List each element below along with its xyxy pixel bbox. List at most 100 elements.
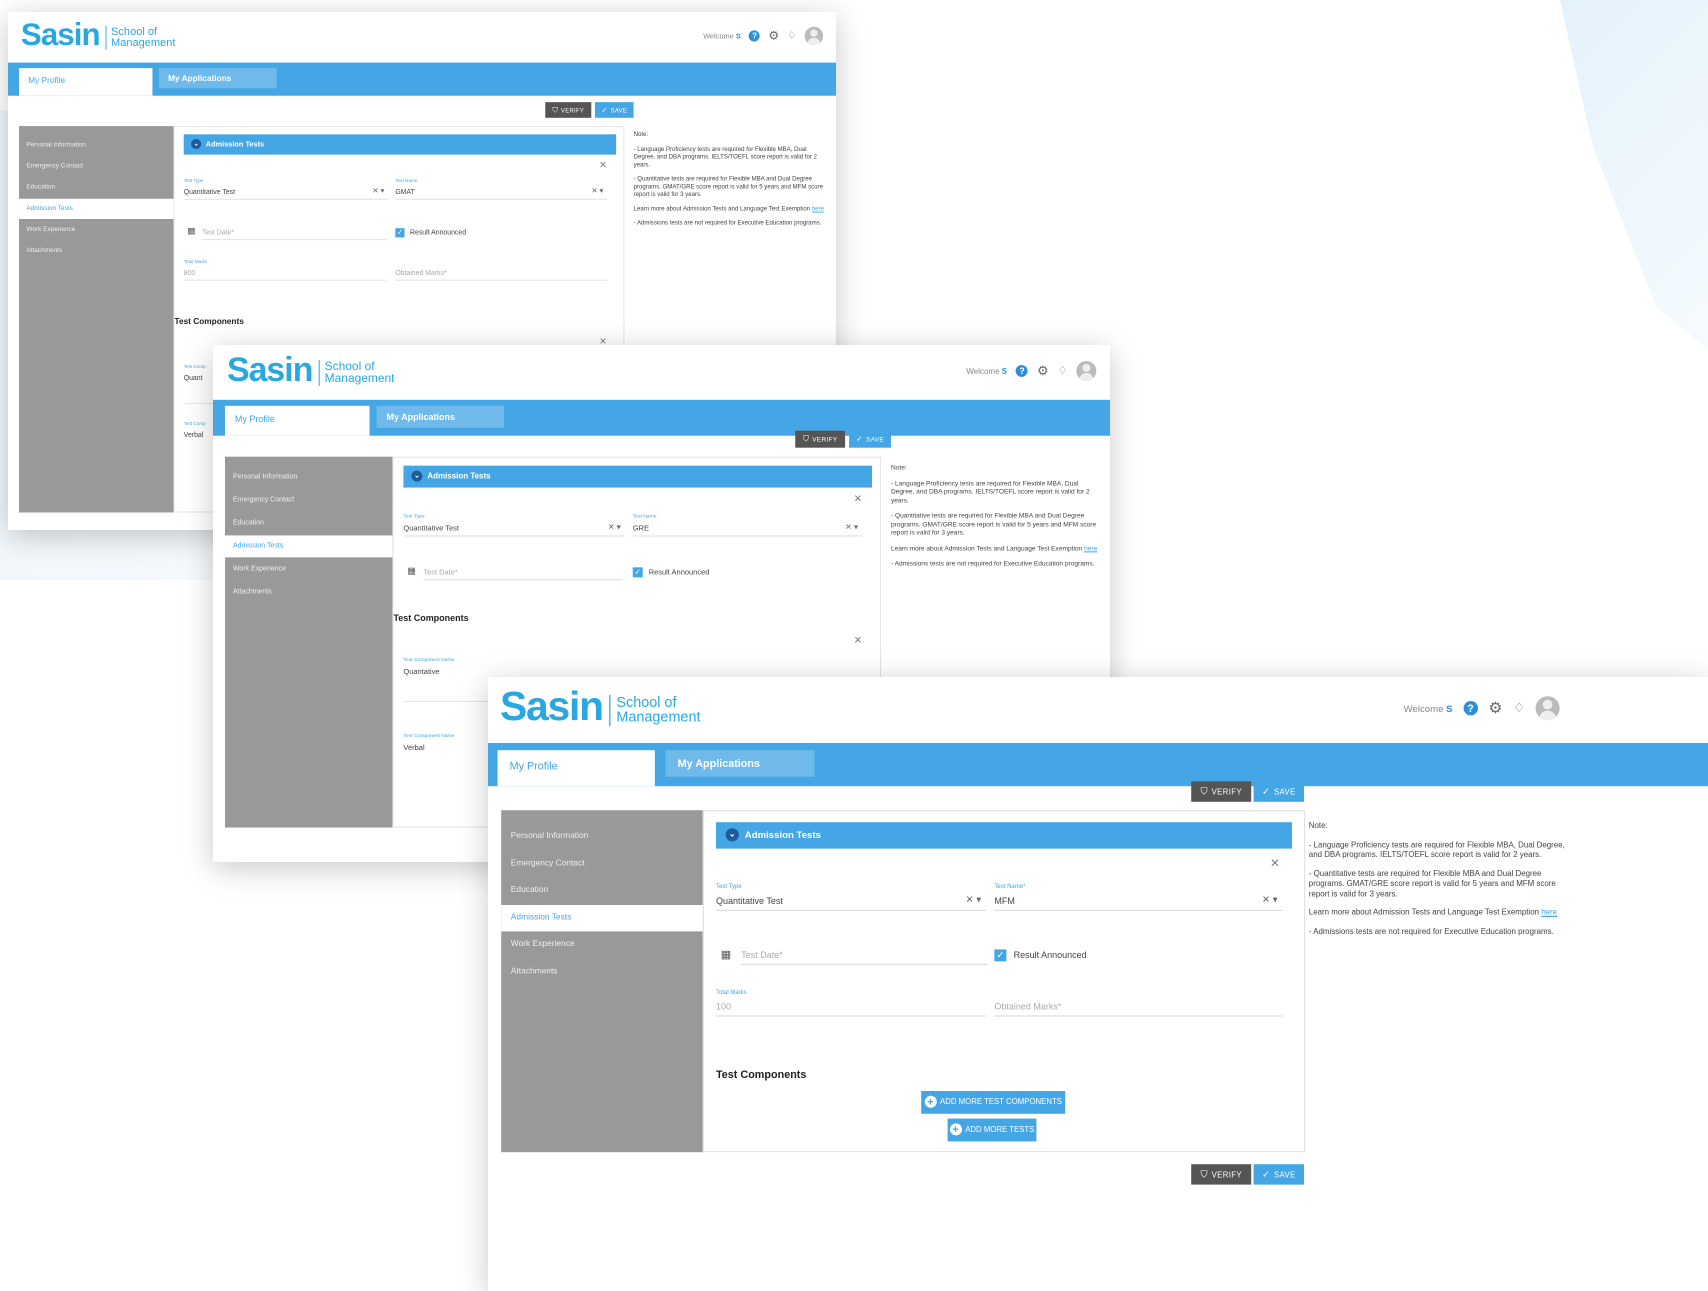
header-user-area: Welcome S ? ⚙ ♢ — [703, 26, 824, 46]
clear-dropdown-icon[interactable]: ✕ ▾ — [591, 187, 603, 195]
section-header-admission-tests[interactable]: ⌄ Admission Tests — [716, 822, 1292, 849]
brand-school-name: School of Management — [324, 358, 395, 385]
obtained-marks-input[interactable]: Obtained Marks* — [395, 261, 607, 281]
brand-logo[interactable]: Sasin — [227, 351, 313, 390]
sidebar-item-personal-information[interactable]: Personal Information — [19, 135, 174, 155]
result-announced-label: Result Announced — [410, 228, 467, 237]
user-avatar-icon[interactable] — [1076, 360, 1097, 381]
save-button[interactable]: ✓ SAVE — [1253, 781, 1304, 802]
sidebar-item-personal-information[interactable]: Personal Information — [225, 467, 392, 489]
clear-dropdown-icon[interactable]: ✕ ▾ — [608, 522, 621, 531]
total-marks-input[interactable]: Total Marks 100 — [716, 989, 986, 1017]
section-header-admission-tests[interactable]: ⌄ Admission Tests — [183, 134, 617, 155]
add-more-test-components-button[interactable]: + ADD MORE TEST COMPONENTS — [921, 1091, 1066, 1114]
test-type-value: Quantitative Test — [716, 895, 783, 907]
tab-my-profile[interactable]: My Profile — [224, 405, 370, 436]
result-announced-checkbox[interactable]: ✓ — [994, 949, 1007, 962]
user-avatar-icon[interactable] — [1535, 696, 1560, 721]
sidebar-item-attachments[interactable]: Attachments — [19, 241, 174, 261]
note-here-link[interactable]: here — [1084, 545, 1097, 552]
note-here-link[interactable]: here — [1541, 909, 1557, 917]
total-marks-input[interactable]: Total Marks 800 — [183, 259, 387, 281]
calendar-icon[interactable]: ▦ — [407, 565, 415, 576]
sidebar-item-work-experience[interactable]: Work Experience — [19, 220, 174, 240]
sidebar-item-admission-tests[interactable]: Admission Tests — [224, 535, 393, 558]
obtained-marks-input[interactable]: Obtained Marks* — [994, 991, 1283, 1017]
gear-icon[interactable]: ⚙ — [768, 29, 779, 41]
calendar-icon[interactable]: ▦ — [721, 948, 731, 961]
total-marks-label: Total Marks — [716, 989, 747, 997]
note-here-link[interactable]: here — [812, 206, 824, 212]
chevron-down-icon[interactable]: ⌄ — [191, 138, 202, 150]
test-type-select[interactable]: Test Type Quantitative Test ✕ ▾ — [403, 513, 625, 537]
screenshot-window-mfm: Sasin School of Management Welcome S ? ⚙ … — [488, 677, 1708, 1291]
save-button[interactable]: ✓ SAVE — [594, 102, 634, 118]
verify-button-bottom[interactable]: ⛉ VERIFY — [1191, 1164, 1252, 1185]
result-announced-checkbox[interactable]: ✓ — [395, 228, 405, 238]
bell-icon[interactable]: ♢ — [1058, 365, 1068, 377]
result-announced-checkbox[interactable]: ✓ — [632, 567, 643, 578]
clear-dropdown-icon[interactable]: ✕ ▾ — [845, 522, 858, 531]
gear-icon[interactable]: ⚙ — [1037, 364, 1049, 377]
clear-dropdown-icon[interactable]: ✕ ▾ — [1262, 894, 1278, 905]
sidebar-item-education[interactable]: Education — [501, 877, 703, 903]
save-button-bottom[interactable]: ✓ SAVE — [1253, 1164, 1304, 1185]
close-icon[interactable]: × — [600, 158, 607, 170]
clear-dropdown-icon[interactable]: ✕ ▾ — [372, 187, 384, 195]
test-date-input[interactable]: Test Date* — [202, 221, 387, 241]
clear-dropdown-icon[interactable]: ✕ ▾ — [966, 894, 982, 905]
brand-logo[interactable]: Sasin — [500, 684, 604, 731]
logo-divider — [105, 25, 107, 50]
sidebar-item-education[interactable]: Education — [19, 178, 174, 198]
help-icon[interactable]: ? — [1463, 701, 1478, 716]
help-icon[interactable]: ? — [749, 30, 761, 42]
close-icon[interactable]: × — [854, 492, 862, 505]
sidebar-item-emergency-contact[interactable]: Emergency Contact — [501, 851, 703, 877]
verify-button[interactable]: ⛉ VERIFY — [795, 430, 846, 448]
sidebar-item-work-experience[interactable]: Work Experience — [225, 558, 392, 580]
chevron-down-icon[interactable]: ⌄ — [725, 828, 739, 842]
tab-my-profile[interactable]: My Profile — [19, 68, 153, 96]
brand-school-name: School of Management — [111, 24, 176, 49]
add-more-tests-button[interactable]: + ADD MORE TESTS — [947, 1118, 1037, 1142]
test-name-select[interactable]: Test Name GMAT ✕ ▾ — [395, 179, 607, 200]
tab-my-profile[interactable]: My Profile — [497, 750, 655, 787]
save-button[interactable]: ✓ SAVE — [849, 430, 891, 448]
test-name-select[interactable]: Test Name GRE ✕ ▾ — [632, 513, 863, 537]
sidebar-item-emergency-contact[interactable]: Emergency Contact — [19, 156, 174, 176]
brand-logo[interactable]: Sasin — [21, 18, 101, 54]
sidebar-item-work-experience[interactable]: Work Experience — [501, 931, 703, 957]
test-type-select[interactable]: Test Type Quantitative Test ✕ ▾ — [183, 179, 388, 200]
sidebar-item-attachments[interactable]: Attachments — [501, 959, 703, 985]
close-icon[interactable]: × — [854, 633, 862, 646]
tab-my-applications[interactable]: My Applications — [376, 405, 505, 428]
brand-school-name: School of Management — [616, 693, 701, 725]
user-avatar-icon[interactable] — [804, 26, 824, 46]
test-name-select[interactable]: Test Name* MFM ✕ ▾ — [994, 883, 1283, 911]
test-date-input[interactable]: Test Date* — [741, 940, 988, 965]
note-quantitative: - Quantitative tests are required for Fl… — [890, 512, 1097, 537]
close-icon[interactable]: × — [1270, 855, 1279, 871]
chevron-down-icon[interactable]: ⌄ — [411, 470, 423, 482]
gear-icon[interactable]: ⚙ — [1489, 700, 1503, 716]
sidebar-item-education[interactable]: Education — [225, 512, 392, 534]
sidebar-item-admission-tests[interactable]: Admission Tests — [501, 905, 703, 932]
sidebar-item-personal-information[interactable]: Personal Information — [501, 823, 703, 849]
note-heading: Note: — [633, 131, 649, 139]
sidebar-item-attachments[interactable]: Attachments — [225, 581, 392, 603]
section-header-admission-tests[interactable]: ⌄ Admission Tests — [403, 465, 873, 488]
test-date-input[interactable]: Test Date* — [423, 559, 623, 581]
plus-circle-icon: + — [924, 1096, 937, 1109]
tab-my-applications[interactable]: My Applications — [158, 68, 277, 89]
bell-icon[interactable]: ♢ — [787, 30, 796, 41]
top-nav: My Profile My Applications — [488, 743, 1708, 787]
calendar-icon[interactable]: ▦ — [187, 226, 195, 236]
test-type-select[interactable]: Test Type Quantitative Test ✕ ▾ — [716, 883, 986, 911]
verify-button[interactable]: ⛉ VERIFY — [545, 102, 592, 118]
verify-button[interactable]: ⛉ VERIFY — [1191, 781, 1252, 802]
tab-my-applications[interactable]: My Applications — [665, 750, 815, 777]
bell-icon[interactable]: ♢ — [1513, 701, 1525, 715]
help-icon[interactable]: ? — [1016, 364, 1029, 377]
sidebar-item-emergency-contact[interactable]: Emergency Contact — [225, 490, 392, 512]
sidebar-item-admission-tests[interactable]: Admission Tests — [19, 198, 174, 219]
